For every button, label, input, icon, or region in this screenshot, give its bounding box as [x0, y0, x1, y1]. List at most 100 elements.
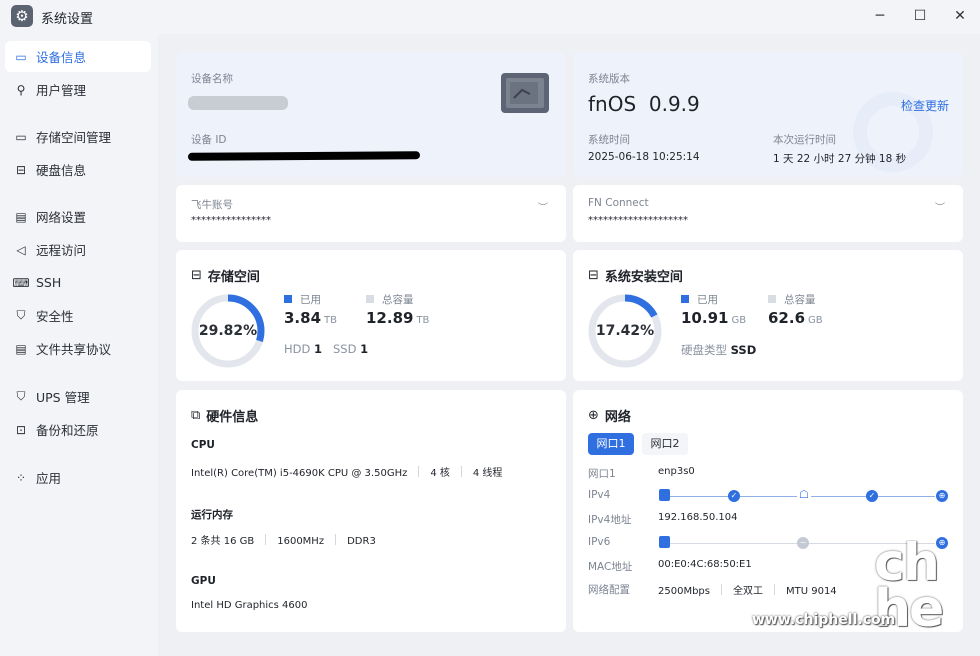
disk-type-label: 硬盘类型	[681, 343, 727, 357]
system-time-label: 系统时间	[588, 134, 630, 146]
title-bar: ⚙ 系统设置 ─ ☐ ✕	[0, 0, 980, 34]
divider	[335, 534, 337, 545]
total-value: 62.6 GB	[768, 308, 823, 327]
eye-closed-icon[interactable]: ︶	[538, 199, 548, 214]
mtu: MTU 9014	[785, 586, 837, 597]
used-value: 10.91 GB	[681, 308, 746, 327]
ssd-label: SSD	[333, 342, 357, 356]
storage-card[interactable]: ⊟ 存储空间 29.82% 已用 总容量 3.84 TB 12.89 TB HDD 1…	[176, 250, 566, 381]
device-name-label: 设备名称	[191, 73, 233, 85]
tab-port-2[interactable]: 网口2	[642, 433, 688, 455]
sidebar-item-label: 存储空间管理	[36, 130, 112, 145]
minimize-button[interactable]: ─	[865, 6, 895, 26]
sidebar-item-ssh[interactable]: ⌨ SSH	[5, 267, 151, 298]
device-id-label: 设备 ID	[191, 134, 227, 146]
divider	[265, 534, 267, 545]
sidebar-item-label: 用户管理	[36, 83, 87, 98]
check-icon: ✓	[728, 490, 740, 502]
sidebar-item-label: 设备信息	[36, 50, 87, 65]
fn-connect-card: FN Connect ******************** ︶	[573, 185, 963, 242]
memory-info: 2 条共 16 GB 1600MHz DDR3	[191, 532, 376, 547]
sidebar-item-backup[interactable]: ⊡ 备份和还原	[5, 414, 151, 445]
used-label: 已用	[697, 294, 718, 306]
os-version: fnOS 0.9.9	[588, 92, 700, 116]
maximize-button[interactable]: ☐	[905, 6, 935, 26]
account-label: 飞牛账号	[191, 199, 233, 211]
window-title: 系统设置	[41, 12, 94, 27]
memory-type: DDR3	[347, 536, 376, 547]
send-icon: ◁	[16, 242, 26, 257]
device-card: 设备名称 设备 ID	[176, 52, 566, 177]
sidebar-item-label: 文件共享协议	[36, 342, 112, 357]
total-label: 总容量	[784, 294, 816, 306]
system-version-card: 系统版本 fnOS 0.9.9 检查更新 系统时间 2025-06-18 10:…	[573, 52, 963, 177]
watermark-text: www.chiphell.com	[752, 612, 896, 628]
apps-icon: ⁘	[15, 470, 27, 485]
sysinstall-percent: 17.42%	[595, 323, 655, 339]
storage-icon: ▭	[15, 129, 27, 144]
cpu-model: Intel(R) Core(TM) i5-4690K CPU @ 3.50GHz	[191, 468, 408, 479]
cpu-label: CPU	[191, 439, 215, 451]
divider	[460, 466, 462, 477]
memory-total: 2 条共 16 GB	[191, 536, 255, 547]
ssd-count: 1	[360, 342, 369, 356]
total-value: 12.89 TB	[366, 308, 429, 327]
memory-frequency: 1600MHz	[277, 536, 325, 547]
check-update-link[interactable]: 检查更新	[901, 97, 949, 114]
sidebar-item-disk-info[interactable]: ⊟ 硬盘信息	[5, 154, 151, 185]
sidebar-item-label: 远程访问	[36, 243, 87, 258]
sidebar-item-label: 安全性	[36, 309, 74, 324]
gpu-model: Intel HD Graphics 4600	[191, 600, 308, 611]
globe-icon: ⊕	[588, 408, 599, 423]
divider	[418, 466, 420, 477]
used-value: 3.84 TB	[284, 308, 337, 327]
disk-icon: ⊟	[588, 268, 599, 283]
sidebar-item-label: 备份和还原	[36, 423, 99, 438]
check-icon: ✓	[866, 490, 878, 502]
device-name-blurred	[188, 96, 288, 110]
os-name: fnOS	[588, 92, 637, 116]
minus-icon: −	[797, 537, 809, 549]
sidebar-item-security[interactable]: ⛉ 安全性	[5, 300, 151, 331]
account-value: ****************	[191, 215, 271, 226]
ups-icon: ⛉	[16, 389, 26, 403]
ipv4-label: IPv4	[588, 489, 611, 501]
system-install-card[interactable]: ⊟ 系统安装空间 17.42% 已用 总容量 10.91 GB 62.6 GB 硬盘类…	[573, 250, 963, 381]
storage-title-text: 存储空间	[207, 270, 260, 285]
fn-connect-value: ********************	[588, 215, 688, 226]
cpu-info: Intel(R) Core(TM) i5-4690K CPU @ 3.50GHz…	[191, 464, 502, 479]
sidebar-item-network[interactable]: ▤ 网络设置	[5, 201, 151, 232]
sidebar-item-device-info[interactable]: ▭ 设备信息	[5, 41, 151, 72]
storage-donut: 29.82%	[189, 292, 267, 370]
disk-counts: HDD 1 SSD 1	[284, 342, 368, 356]
tab-port-1[interactable]: 网口1	[588, 433, 634, 455]
main-content: 设备名称 设备 ID 系统版本 fnOS 0.9.9 检查更新 系统时间 202…	[158, 34, 980, 656]
disk-icon: ⊟	[15, 162, 27, 177]
sidebar-item-remote-access[interactable]: ◁ 远程访问	[5, 234, 151, 265]
sidebar-item-users[interactable]: ⚲ 用户管理	[5, 74, 151, 105]
duplex-mode: 全双工	[732, 586, 763, 597]
device-id-redacted	[187, 151, 421, 161]
hdd-count: 1	[314, 342, 323, 356]
storage-title: ⊟ 存储空间	[191, 266, 260, 285]
total-unit: TB	[416, 315, 430, 326]
shield-icon: ⛉	[16, 308, 26, 322]
nic-icon	[659, 536, 670, 548]
used-legend: 已用	[284, 292, 321, 307]
ipv4-address-label: IPv4地址	[588, 514, 632, 526]
total-legend-marker	[768, 295, 776, 303]
used-legend: 已用	[681, 292, 718, 307]
user-icon: ⚲	[16, 82, 26, 97]
sidebar-item-file-sharing[interactable]: ▤ 文件共享协议	[5, 333, 151, 364]
hardware-card: ⧉ 硬件信息 CPU Intel(R) Core(TM) i5-4690K CPU…	[176, 390, 566, 632]
sidebar-item-ups[interactable]: ⛉ UPS 管理	[5, 381, 151, 412]
sidebar-item-label: UPS 管理	[36, 390, 90, 405]
document-icon: ▤	[15, 341, 27, 356]
sidebar-item-storage[interactable]: ▭ 存储空间管理	[5, 121, 151, 152]
eye-closed-icon[interactable]: ︶	[935, 199, 945, 214]
router-icon: ☖	[797, 488, 811, 501]
close-button[interactable]: ✕	[945, 6, 975, 26]
used-unit: TB	[324, 315, 337, 326]
divider	[720, 584, 722, 595]
sidebar-item-apps[interactable]: ⁘ 应用	[5, 462, 151, 493]
